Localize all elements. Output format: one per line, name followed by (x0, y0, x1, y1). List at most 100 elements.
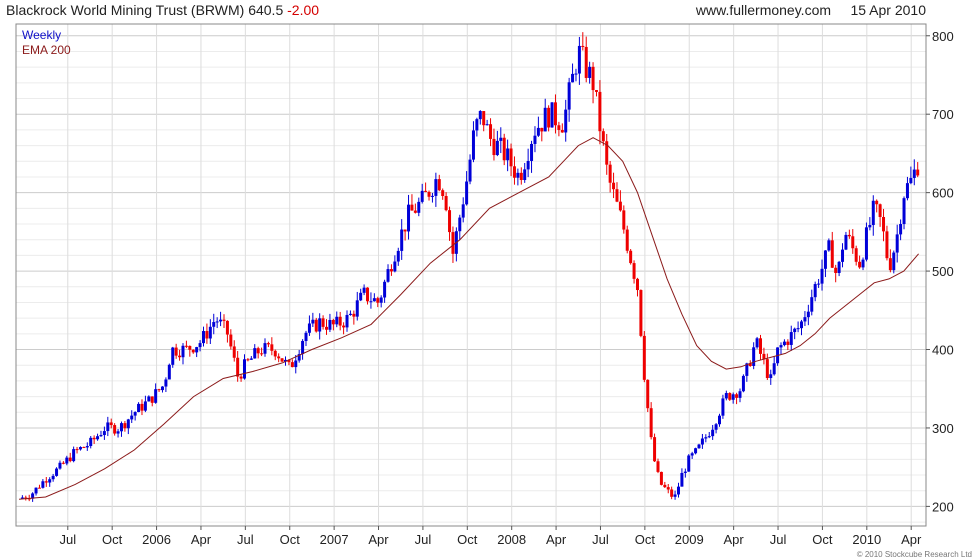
candle-down (639, 290, 643, 336)
x-tick-label: Jul (59, 532, 76, 547)
candle-down (424, 190, 428, 192)
candle-down (246, 359, 250, 361)
y-tick-label: 300 (932, 421, 954, 436)
candle-up (407, 204, 411, 232)
candle-up (895, 234, 899, 253)
candle-up (116, 431, 120, 434)
candle-up (96, 436, 100, 440)
candle-up (694, 448, 698, 454)
candle-up (328, 319, 332, 330)
candle-down (256, 348, 260, 354)
candle-up (51, 475, 55, 480)
candle-down (236, 357, 240, 377)
candle-up (800, 321, 804, 329)
y-tick-label: 600 (932, 186, 954, 201)
candle-down (735, 394, 739, 398)
candle-up (181, 345, 185, 358)
candle-down (851, 236, 855, 249)
candle-down (314, 319, 318, 332)
candle-down (123, 423, 127, 429)
candle-down (642, 335, 646, 380)
candle-up (212, 322, 216, 327)
candle-down (448, 210, 452, 233)
x-tick-label: 2008 (497, 532, 526, 547)
candle-down (649, 408, 653, 438)
candle-down (878, 204, 882, 217)
candle-down (75, 449, 79, 451)
candle-up (789, 332, 793, 345)
candle-up (676, 486, 680, 495)
candle-down (656, 461, 660, 472)
x-tick-label: Jul (237, 532, 254, 547)
candle-up (902, 198, 906, 225)
y-tick-label: 800 (932, 29, 954, 44)
candle-up (355, 300, 359, 317)
candle-down (632, 263, 636, 279)
candle-up (690, 453, 694, 456)
candle-down (615, 189, 619, 202)
candle-down (629, 250, 633, 264)
candle-down (325, 326, 329, 330)
candle-down (618, 201, 622, 211)
candle-up (567, 82, 571, 110)
candle-up (779, 345, 783, 348)
candle-down (191, 349, 195, 353)
candle-down (321, 318, 325, 327)
candle-up (721, 398, 725, 416)
x-tick-label: Oct (812, 532, 833, 547)
candle-up (372, 298, 376, 302)
candle-down (601, 131, 605, 142)
candle-down (594, 90, 598, 92)
candle-down (113, 425, 117, 434)
candle-down (666, 487, 670, 490)
candle-down (916, 169, 920, 176)
candle-up (465, 181, 469, 205)
candle-up (499, 137, 503, 141)
candle-down (834, 267, 838, 273)
candle-up (430, 195, 434, 197)
candle-down (560, 129, 564, 133)
candle-up (147, 396, 151, 402)
x-tick-label: Jul (770, 532, 787, 547)
candle-up (99, 435, 103, 437)
y-tick-label: 500 (932, 264, 954, 279)
candle-down (150, 396, 154, 403)
candle-up (345, 314, 349, 328)
candle-down (222, 319, 226, 321)
candle-up (417, 201, 421, 213)
candle-down (92, 437, 96, 440)
candle-down (270, 344, 274, 351)
x-tick-label: Apr (546, 532, 567, 547)
candle-up (755, 338, 759, 348)
candle-down (786, 341, 790, 345)
candle-down (342, 325, 346, 328)
candle-up (817, 283, 821, 285)
candle-up (471, 130, 475, 160)
candle-up (41, 481, 45, 488)
candle-down (885, 231, 889, 259)
candle-up (700, 438, 704, 445)
candle-down (591, 66, 595, 91)
y-tick-label: 400 (932, 343, 954, 358)
candle-up (717, 415, 721, 425)
candle-up (704, 437, 708, 439)
candle-up (219, 319, 223, 322)
candle-down (759, 338, 763, 354)
candle-up (386, 269, 390, 282)
candle-up (687, 455, 691, 472)
candle-down (352, 313, 356, 317)
candle-down (157, 389, 161, 391)
candle-up (912, 169, 916, 178)
candle-down (44, 481, 48, 483)
candle-down (502, 137, 506, 161)
candle-up (588, 66, 592, 78)
candle-up (20, 497, 24, 499)
candle-up (905, 183, 909, 199)
candle-up (564, 109, 568, 133)
candle-up (318, 318, 322, 332)
candle-up (683, 471, 687, 473)
candle-down (82, 447, 86, 449)
x-tick-label: Oct (280, 532, 301, 547)
candle-up (533, 135, 537, 144)
candle-down (389, 269, 393, 272)
